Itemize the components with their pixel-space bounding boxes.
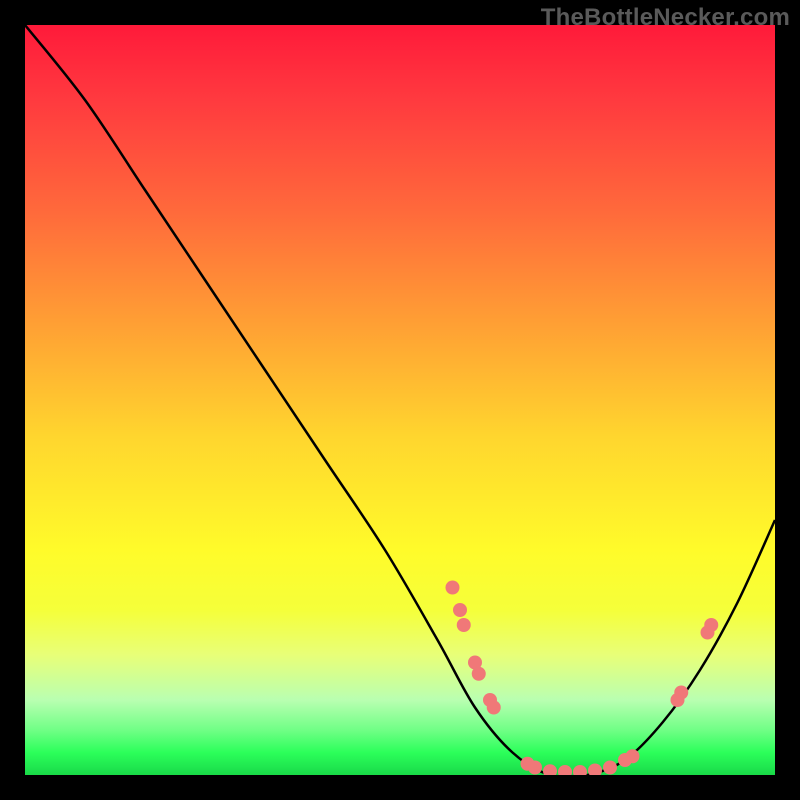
data-marker (573, 765, 587, 775)
watermark-text: TheBottleNecker.com (541, 4, 790, 32)
data-marker (626, 749, 640, 763)
data-marker (528, 761, 542, 775)
bottleneck-curve (25, 25, 775, 775)
data-marker (704, 618, 718, 632)
chart-container: TheBottleNecker.com (0, 0, 800, 800)
plot-area (25, 25, 775, 775)
marker-group (446, 581, 719, 776)
chart-svg (25, 25, 775, 775)
data-marker (487, 701, 501, 715)
data-marker (457, 618, 471, 632)
data-marker (446, 581, 460, 595)
data-marker (543, 764, 557, 775)
data-marker (453, 603, 467, 617)
data-marker (472, 667, 486, 681)
data-marker (558, 765, 572, 775)
data-marker (603, 761, 617, 775)
data-marker (674, 686, 688, 700)
data-marker (588, 764, 602, 776)
